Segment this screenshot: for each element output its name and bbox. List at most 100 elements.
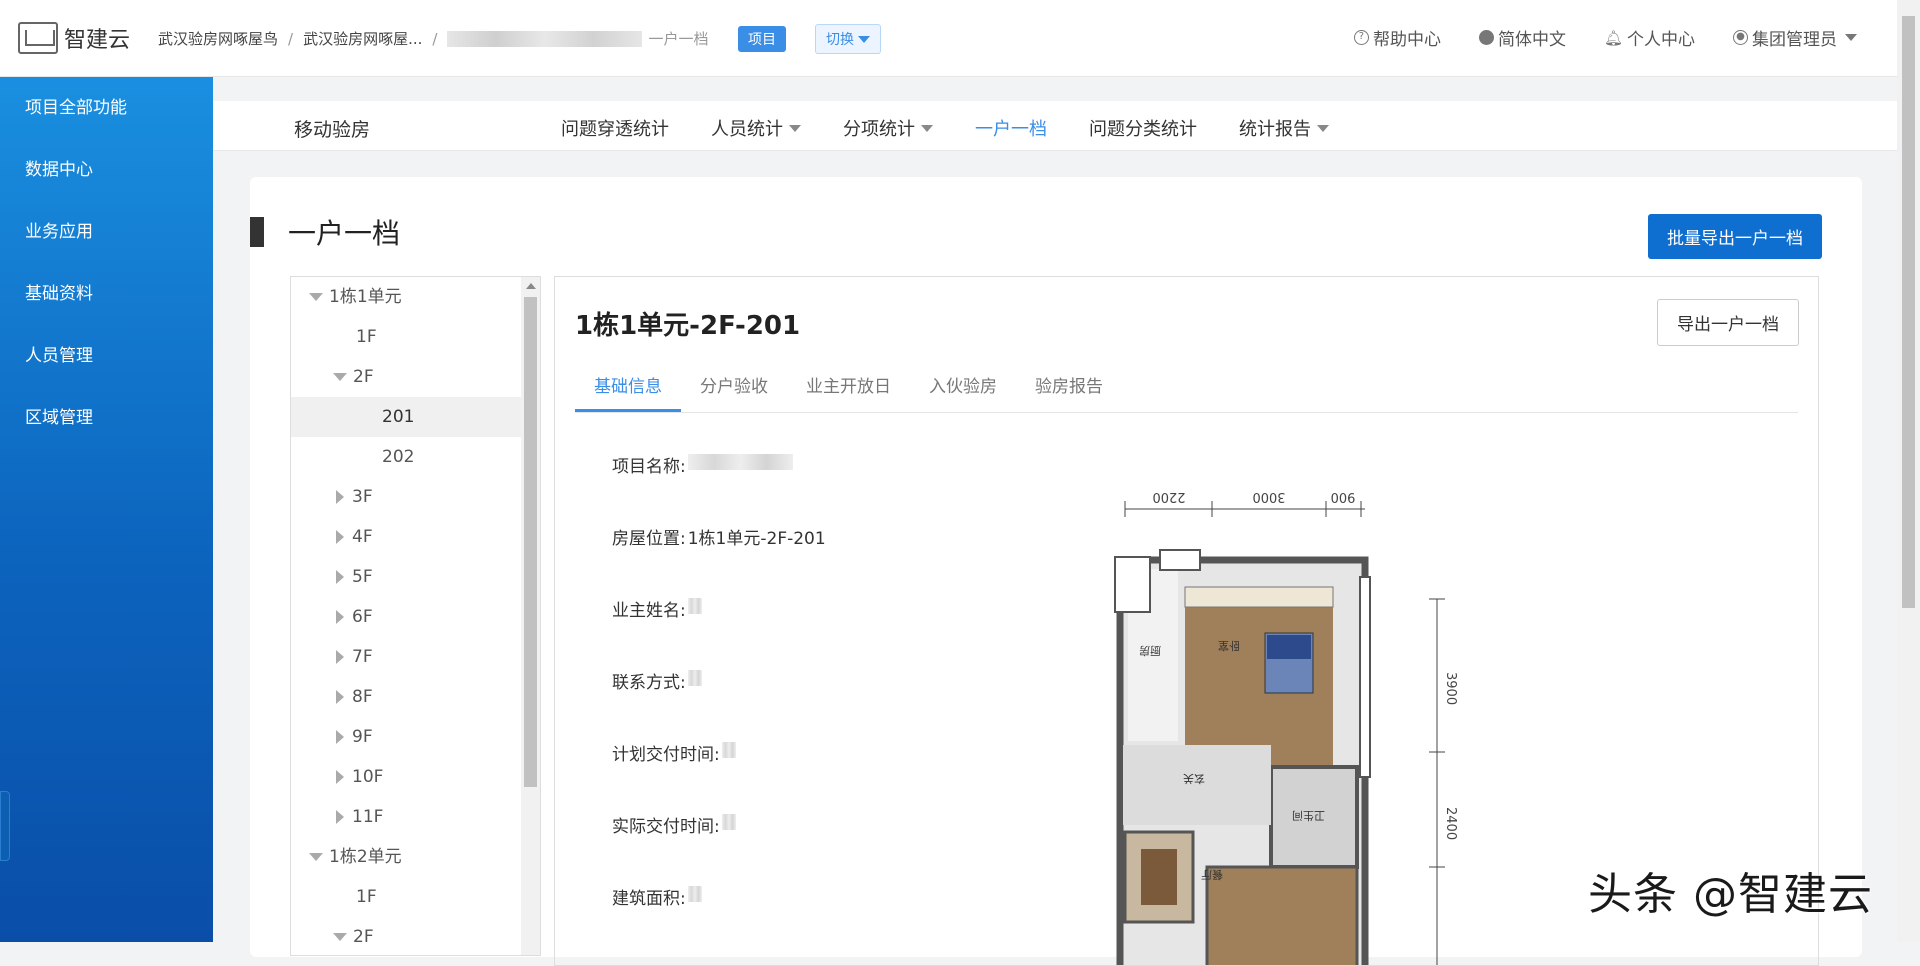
tree-node[interactable]: 201 bbox=[291, 397, 540, 437]
collapsed-caret-icon[interactable] bbox=[336, 570, 344, 584]
redacted-value bbox=[721, 742, 736, 758]
nav-stats-report[interactable]: 统计报告 bbox=[1239, 115, 1329, 141]
nav-issue-penetration[interactable]: 问题穿透统计 bbox=[561, 115, 669, 141]
tree-node-label: 6F bbox=[352, 607, 373, 627]
breadcrumb-current: 一户一档 bbox=[648, 30, 709, 48]
collapsed-caret-icon[interactable] bbox=[336, 730, 344, 744]
page-scroll-thumb[interactable] bbox=[1902, 16, 1915, 608]
tree-node[interactable]: 1栋2单元 bbox=[291, 837, 540, 877]
tab-inspection-report[interactable]: 验房报告 bbox=[1016, 371, 1122, 412]
breadcrumb: 武汉验房网啄屋鸟 / 武汉验房网啄屋... / 一户一档 bbox=[158, 28, 708, 49]
user-label: 集团管理员 bbox=[1752, 30, 1837, 50]
field-label: 建筑面积: bbox=[612, 889, 686, 909]
field-value-redacted bbox=[687, 596, 702, 668]
tree-scrollbar[interactable] bbox=[521, 277, 540, 955]
tab-household-acceptance[interactable]: 分户验收 bbox=[681, 371, 787, 412]
field-value-redacted bbox=[687, 452, 793, 524]
tree-node[interactable]: 1F bbox=[291, 317, 540, 357]
collapsed-caret-icon[interactable] bbox=[336, 530, 344, 544]
tree-node[interactable]: 1F bbox=[291, 877, 540, 917]
sidebar-item-all-functions[interactable]: 项目全部功能 bbox=[0, 86, 213, 148]
tree-node[interactable]: 7F bbox=[291, 637, 540, 677]
tree-list: 1栋1单元 1F 2F 201 202 3F 4F 5F 6F 7F 8F 9F 10F 11F 1栋2单元… bbox=[291, 277, 540, 955]
sidebar-collapse-handle[interactable] bbox=[0, 791, 10, 861]
tree-node[interactable]: 10F bbox=[291, 757, 540, 797]
user-avatar-icon: ● bbox=[1733, 30, 1748, 45]
chevron-down-icon bbox=[858, 35, 870, 43]
tab-move-in-inspection[interactable]: 入伙验房 bbox=[910, 371, 1016, 412]
nav-issue-category[interactable]: 问题分类统计 bbox=[1089, 115, 1197, 141]
tree-node[interactable]: 6F bbox=[291, 597, 540, 637]
help-label: 帮助中心 bbox=[1372, 30, 1441, 50]
switch-label: 切换 bbox=[826, 32, 854, 48]
language-switch[interactable]: 简体中文 bbox=[1478, 25, 1566, 50]
field-value-redacted bbox=[687, 884, 702, 956]
room-label: 厨房 bbox=[1139, 644, 1161, 657]
personal-center-link[interactable]: 🔔︎ 个人中心 bbox=[1604, 25, 1695, 51]
tree-node-label: 1F bbox=[356, 327, 377, 347]
tree-node[interactable]: 2F bbox=[291, 917, 540, 955]
tree-node-label: 7F bbox=[352, 647, 373, 667]
nav-itemized-stats[interactable]: 分项统计 bbox=[843, 115, 933, 141]
tree-node[interactable]: 5F bbox=[291, 557, 540, 597]
expanded-caret-icon[interactable] bbox=[309, 293, 323, 301]
detail-tabs: 基础信息 分户验收 业主开放日 入伙验房 验房报告 bbox=[575, 371, 1798, 413]
expanded-caret-icon[interactable] bbox=[309, 853, 323, 861]
tree-node-label: 5F bbox=[352, 567, 373, 587]
scroll-up-icon[interactable] bbox=[526, 283, 536, 289]
collapsed-caret-icon[interactable] bbox=[336, 770, 344, 784]
tree-node-label: 201 bbox=[382, 407, 415, 427]
tree-node[interactable]: 9F bbox=[291, 717, 540, 757]
tree-node[interactable]: 2F bbox=[291, 357, 540, 397]
logo-house-icon bbox=[18, 22, 58, 54]
collapsed-caret-icon[interactable] bbox=[336, 490, 344, 504]
tree-node-label: 2F bbox=[353, 367, 374, 387]
page-scrollbar[interactable] bbox=[1897, 0, 1920, 942]
chevron-down-icon bbox=[1317, 124, 1329, 132]
chevron-down-icon bbox=[921, 124, 933, 132]
room-label: 餐厅 bbox=[1201, 868, 1223, 882]
redacted-breadcrumb bbox=[447, 30, 643, 47]
tree-node[interactable]: 4F bbox=[291, 517, 540, 557]
tree-node[interactable]: 8F bbox=[291, 677, 540, 717]
field-label: 业主姓名: bbox=[612, 601, 686, 621]
collapsed-caret-icon[interactable] bbox=[336, 810, 344, 824]
collapsed-caret-icon[interactable] bbox=[336, 650, 344, 664]
sidebar: 项目全部功能 数据中心 业务应用 基础资料 人员管理 区域管理 bbox=[0, 77, 213, 942]
collapsed-caret-icon[interactable] bbox=[336, 610, 344, 624]
breadcrumb-item[interactable]: 武汉验房网啄屋鸟 bbox=[158, 28, 278, 49]
nav-personnel-stats[interactable]: 人员统计 bbox=[711, 115, 801, 141]
redacted-value bbox=[687, 886, 702, 902]
tree-node[interactable]: 3F bbox=[291, 477, 540, 517]
project-tag: 项目 bbox=[738, 26, 786, 52]
help-center-link[interactable]: ? 帮助中心 bbox=[1353, 25, 1441, 50]
tree-node[interactable]: 1栋1单元 bbox=[291, 277, 540, 317]
redacted-value bbox=[687, 598, 702, 614]
breadcrumb-separator: / bbox=[288, 29, 294, 48]
expanded-caret-icon[interactable] bbox=[333, 933, 347, 941]
chevron-down-icon bbox=[1845, 34, 1857, 41]
field-floor-area: 建筑面积: bbox=[612, 884, 826, 956]
tab-owner-open-day[interactable]: 业主开放日 bbox=[787, 371, 910, 412]
sidebar-item-basic-data[interactable]: 基础资料 bbox=[0, 272, 213, 334]
tree-node[interactable]: 202 bbox=[291, 437, 540, 477]
sidebar-item-data-center[interactable]: 数据中心 bbox=[0, 148, 213, 210]
sidebar-item-business-apps[interactable]: 业务应用 bbox=[0, 210, 213, 272]
sidebar-item-region[interactable]: 区域管理 bbox=[0, 396, 213, 458]
sidebar-item-personnel[interactable]: 人员管理 bbox=[0, 334, 213, 396]
user-menu[interactable]: ● 集团管理员 bbox=[1733, 25, 1857, 50]
expanded-caret-icon[interactable] bbox=[333, 373, 347, 381]
globe-icon bbox=[1478, 30, 1494, 45]
tab-basic-info[interactable]: 基础信息 bbox=[575, 371, 681, 412]
logo[interactable]: 智建云 bbox=[18, 22, 130, 54]
scroll-thumb[interactable] bbox=[524, 297, 537, 787]
nav-household-file[interactable]: 一户一档 bbox=[975, 115, 1047, 141]
batch-export-button[interactable]: 批量导出一户一档 bbox=[1648, 214, 1822, 259]
export-file-button[interactable]: 导出一户一档 bbox=[1657, 299, 1799, 346]
switch-button[interactable]: 切换 bbox=[815, 24, 881, 54]
tree-node[interactable]: 11F bbox=[291, 797, 540, 837]
field-label: 计划交付时间: bbox=[612, 745, 720, 765]
tree-node-label: 1栋2单元 bbox=[329, 847, 402, 867]
breadcrumb-item[interactable]: 武汉验房网啄屋... bbox=[303, 28, 422, 49]
collapsed-caret-icon[interactable] bbox=[336, 690, 344, 704]
